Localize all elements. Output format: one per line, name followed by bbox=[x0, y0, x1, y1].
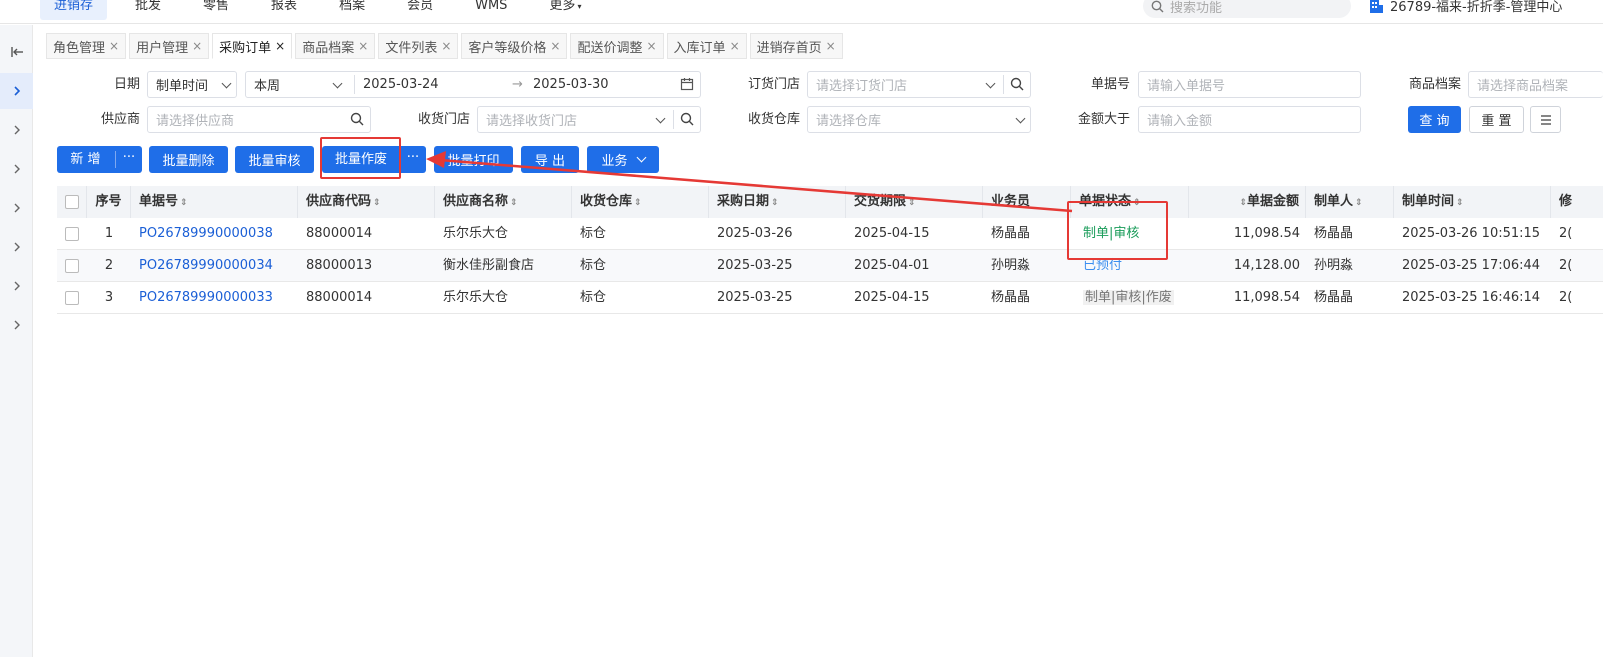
annotation-arrow bbox=[426, 151, 1073, 213]
